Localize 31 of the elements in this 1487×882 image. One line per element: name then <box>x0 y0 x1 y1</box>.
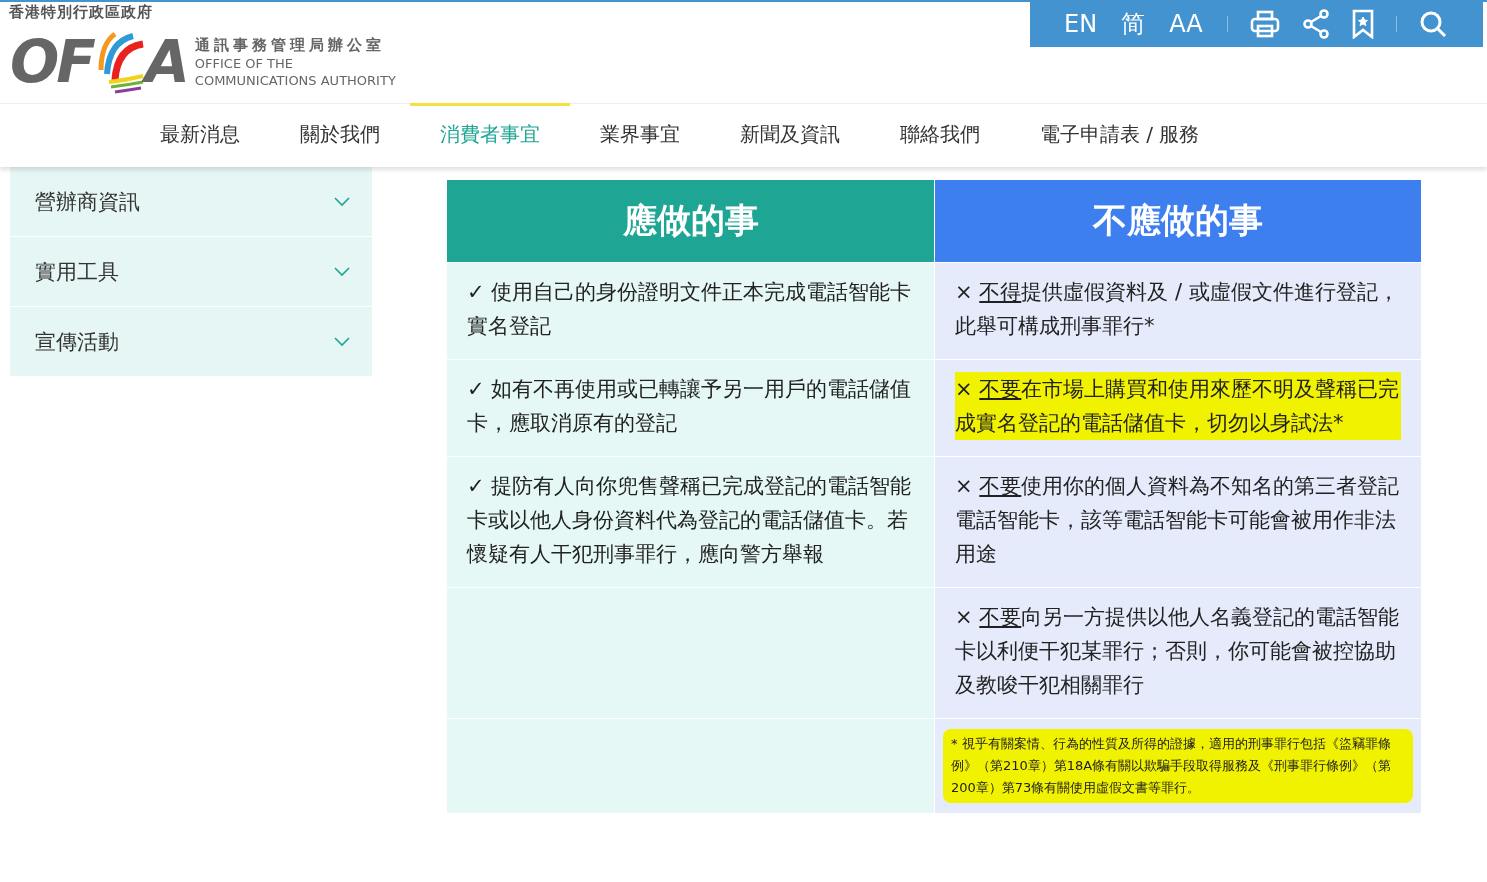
nav-tab[interactable]: 最新消息 <box>130 103 270 165</box>
recommended-action: ✓ 提防有人向你兜售聲稱已完成登記的電話智能卡或以他人身份資料代為登記的電話儲值卡。若懷疑有人干犯刑事罪行，應向警方舉報 <box>467 474 912 566</box>
prohibited-action: × 不要向另一方提供以他人名義登記的電話智能卡以利便干犯某罪行；否則，你可能會被控協助及教唆干犯相關罪行 <box>955 604 1401 699</box>
sidebar-label: 實用工具 <box>35 258 119 286</box>
nav-tab[interactable]: 關於我們 <box>270 103 410 165</box>
recommended-action: ✓ 使用自己的身份證明文件正本完成電話智能卡實名登記 <box>467 280 912 338</box>
prohibited-action: × 不要在市場上購買和使用來歷不明及聲稱已完成實名登記的電話儲值卡，切勿以身試法* <box>955 372 1401 440</box>
sidebar-item[interactable]: 營辦商資訊 <box>10 167 372 237</box>
column-header: 應做的事 <box>447 180 934 262</box>
recommended-action: ✓ 如有不再使用或已轉讓予另一用戶的電話儲值卡，應取消原有的登記 <box>467 377 912 435</box>
footnote: * 視乎有關案情、行為的性質及所得的證據，適用的刑事罪行包括《盜竊罪條例》（第210章）第18A條有關以欺騙手段取得服務及《刑事罪行條例》（第200章）第73條有關使用虛假文書等罪行。 <box>943 729 1413 803</box>
office-name-english: COMMUNICATIONS AUTHORITY <box>194 71 396 89</box>
bookmark-icon[interactable] <box>1351 8 1374 39</box>
sidebar-item[interactable]: 宣傳活動 <box>10 307 372 377</box>
print-icon[interactable] <box>1249 9 1280 38</box>
sidebar-item[interactable]: 實用工具 <box>10 237 372 307</box>
nav-tab[interactable]: 業界事宜 <box>570 103 710 165</box>
government-title: 香港特別行政區政府 <box>9 3 153 22</box>
office-name: 通訊事務管理局辦公室 <box>194 35 386 55</box>
nav-tab[interactable]: 電子申請表 / 服務 <box>1010 103 1230 165</box>
share-icon[interactable] <box>1301 8 1330 39</box>
sidebar-label: 宣傳活動 <box>35 328 119 356</box>
prohibited-action: × 不得提供虛假資料及 / 或虛假文件進行登記，此舉可構成刑事罪行* <box>955 279 1400 340</box>
ofca-logo[interactable]: OF A <box>10 30 187 94</box>
sidebar-label: 營辦商資訊 <box>35 188 140 216</box>
column-header: 不應做的事 <box>934 180 1421 262</box>
office-name-english: OFFICE OF THE <box>194 54 295 72</box>
search-icon[interactable] <box>1418 9 1447 38</box>
prohibited-action: × 不要使用你的個人資料為不知名的第三者登記電話智能卡，該等電話智能卡可能會被用作非法用途 <box>955 473 1401 568</box>
nav-tab[interactable]: 聯絡我們 <box>870 103 1010 165</box>
nav-tab[interactable]: 新聞及資訊 <box>710 103 870 165</box>
